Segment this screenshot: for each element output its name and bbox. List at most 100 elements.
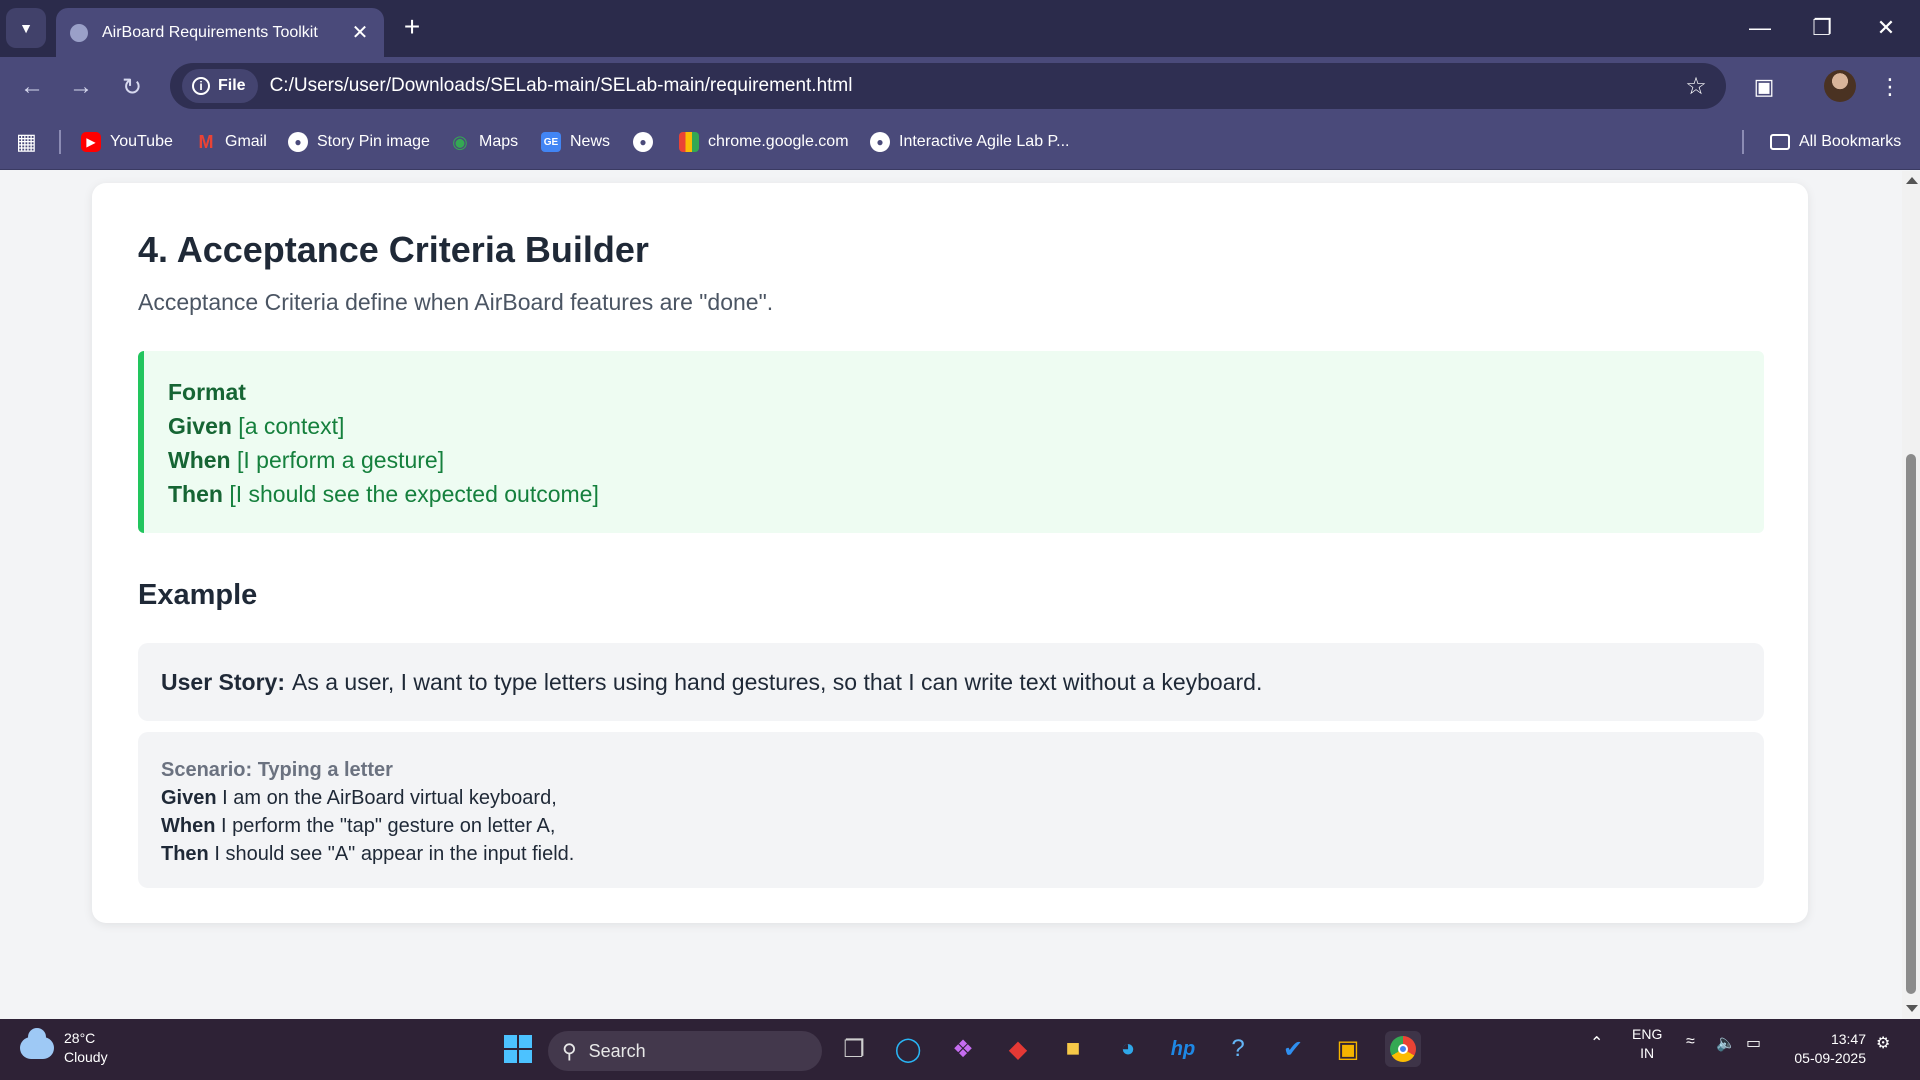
forward-button[interactable]: → — [63, 69, 99, 105]
format-line-then: Then [I should see the expected outcome] — [168, 477, 1764, 511]
bookmark-chrome-store[interactable]: chrome.google.com — [679, 129, 849, 155]
address-bar[interactable]: i File C:/Users/user/Downloads/SELab-mai… — [170, 63, 1726, 109]
bookmark-youtube[interactable]: ▶ YouTube — [81, 129, 173, 155]
globe-icon: ● — [633, 132, 653, 152]
weather-desc: Cloudy — [64, 1049, 108, 1065]
scenario-keyword: Then — [161, 843, 209, 865]
hp-icon[interactable]: hp — [1165, 1031, 1201, 1067]
bookmark-label: News — [570, 133, 611, 150]
bookmark-label: YouTube — [110, 133, 173, 150]
chevron-up-icon[interactable]: ⌃ — [1590, 1033, 1603, 1053]
vertical-scrollbar[interactable] — [1902, 171, 1920, 1019]
back-button[interactable]: ← — [14, 69, 50, 105]
extensions-icon[interactable]: ▣ — [1746, 69, 1782, 105]
clock-date: 05-09-2025 — [1794, 1050, 1866, 1066]
example-heading: Example — [138, 579, 258, 611]
close-window-button[interactable]: ✕ — [1856, 8, 1916, 48]
all-bookmarks-label: All Bookmarks — [1799, 133, 1902, 150]
windows-start-icon[interactable] — [500, 1031, 536, 1067]
tab-search-button[interactable]: ▼ — [6, 8, 46, 48]
bookmark-label: Story Pin image — [317, 133, 430, 150]
bookmark-label: Gmail — [225, 133, 267, 150]
scenario-box: Scenario: Typing a letter Given I am on … — [138, 732, 1764, 888]
bookmark-globe[interactable]: ● — [633, 129, 662, 155]
scenario-title: Scenario: Typing a letter — [161, 759, 393, 781]
scroll-down-icon[interactable] — [1906, 1005, 1918, 1012]
tab-title: AirBoard Requirements Toolkit — [102, 23, 318, 41]
close-icon[interactable]: ✕ — [348, 20, 372, 45]
task-view-icon[interactable]: ❐ — [836, 1031, 872, 1067]
site-info-chip[interactable]: i File — [182, 69, 258, 103]
tab-active[interactable]: AirBoard Requirements Toolkit ✕ — [56, 8, 384, 57]
page-viewport: 4. Acceptance Criteria Builder Acceptanc… — [0, 171, 1902, 1019]
reload-button[interactable]: ↻ — [114, 69, 150, 105]
scenario-line-then: Then I should see "A" appear in the inpu… — [161, 840, 1741, 868]
mcafee-icon[interactable]: ◆ — [1000, 1031, 1036, 1067]
search-placeholder: Search — [588, 1040, 646, 1061]
format-line-when: When [I perform a gesture] — [168, 443, 1764, 477]
info-icon: i — [192, 77, 210, 95]
bookmark-story-pin[interactable]: ● Story Pin image — [288, 129, 430, 155]
youtube-icon: ▶ — [81, 132, 101, 152]
bookmark-news[interactable]: GE News — [541, 129, 610, 155]
clock-time: 13:47 — [1830, 1031, 1866, 1047]
scroll-up-icon[interactable] — [1906, 177, 1918, 184]
bookmark-star-icon[interactable]: ☆ — [1676, 72, 1716, 101]
edge-icon[interactable]: ◕ — [1110, 1031, 1146, 1067]
bookmark-label: chrome.google.com — [708, 133, 849, 150]
weather-temp: 28°C — [64, 1030, 96, 1046]
format-keyword: Then — [168, 481, 223, 507]
bookmark-label: Maps — [479, 133, 519, 150]
bookmark-gmail[interactable]: M Gmail — [196, 129, 267, 155]
battery-icon[interactable]: ▭ — [1746, 1033, 1761, 1053]
section-lead: Acceptance Criteria define when AirBoard… — [138, 289, 774, 315]
scenario-text: I should see "A" appear in the input fie… — [208, 843, 575, 865]
new-tab-button[interactable]: + — [396, 12, 428, 44]
browser-toolbar: ← → ↻ i File C:/Users/user/Downloads/SEL… — [0, 57, 1920, 114]
search-icon: ⚲ — [562, 1040, 577, 1063]
chevron-down-icon: ▼ — [19, 20, 33, 36]
globe-icon — [70, 23, 88, 42]
cloud-icon — [20, 1028, 54, 1059]
help-icon[interactable]: ? — [1220, 1031, 1256, 1067]
apps-grid-icon[interactable]: ▦ — [16, 129, 37, 155]
windows-taskbar: 28°C Cloudy ⚲ Search ❐ ◯ ❖ ◆ ■ ◕ hp ? ✔ … — [0, 1019, 1920, 1080]
globe-icon: ● — [870, 132, 890, 152]
profile-avatar[interactable] — [1824, 70, 1856, 102]
menu-kebab-icon[interactable]: ⋮ — [1872, 69, 1908, 105]
notification-icon[interactable]: ⚙ — [1876, 1033, 1890, 1053]
scenario-text: I perform the "tap" gesture on letter A, — [215, 815, 556, 837]
todo-icon[interactable]: ✔ — [1275, 1031, 1311, 1067]
scenario-keyword: When — [161, 815, 216, 837]
restore-button[interactable]: ❐ — [1792, 8, 1852, 48]
chrome-store-icon — [679, 132, 699, 152]
taskbar-search[interactable]: ⚲ Search — [548, 1031, 822, 1071]
format-text: [a context] — [231, 413, 345, 439]
bookmarks-divider — [1742, 130, 1744, 154]
bookmark-maps[interactable]: ◉ Maps — [450, 129, 518, 155]
cortana-icon[interactable]: ◯ — [890, 1031, 926, 1067]
user-story-box: User Story: As a user, I want to type le… — [138, 643, 1764, 721]
format-text: [I perform a gesture] — [230, 447, 445, 473]
file-explorer-icon[interactable]: ■ — [1055, 1031, 1091, 1067]
bookmark-label: Interactive Agile Lab P... — [899, 133, 1070, 150]
weather-widget[interactable]: 28°C Cloudy — [20, 1028, 108, 1067]
lang-top: ENG — [1632, 1026, 1663, 1042]
format-text: [I should see the expected outcome] — [222, 481, 599, 507]
speaker-muted-icon[interactable]: 🔈 — [1716, 1033, 1736, 1053]
language-indicator[interactable]: ENG IN — [1632, 1025, 1662, 1063]
scenario-keyword: Given — [161, 787, 217, 809]
user-story-text: As a user, I want to type letters using … — [291, 668, 1263, 695]
site-chip-label: File — [218, 77, 246, 94]
minimize-button[interactable]: — — [1730, 8, 1790, 48]
all-bookmarks-button[interactable]: All Bookmarks — [1770, 129, 1901, 155]
clock[interactable]: 13:47 05-09-2025 — [1770, 1030, 1866, 1068]
copilot-icon[interactable]: ❖ — [945, 1031, 981, 1067]
chrome-icon[interactable] — [1385, 1031, 1421, 1067]
store-icon[interactable]: ▣ — [1330, 1031, 1366, 1067]
format-title: Format — [168, 379, 246, 405]
wifi-icon[interactable]: ≈ — [1686, 1033, 1695, 1051]
scrollbar-thumb[interactable] — [1906, 454, 1916, 994]
bookmark-agile-lab[interactable]: ● Interactive Agile Lab P... — [870, 129, 1069, 155]
url-text[interactable]: C:/Users/user/Downloads/SELab-main/SELab… — [270, 75, 1676, 97]
